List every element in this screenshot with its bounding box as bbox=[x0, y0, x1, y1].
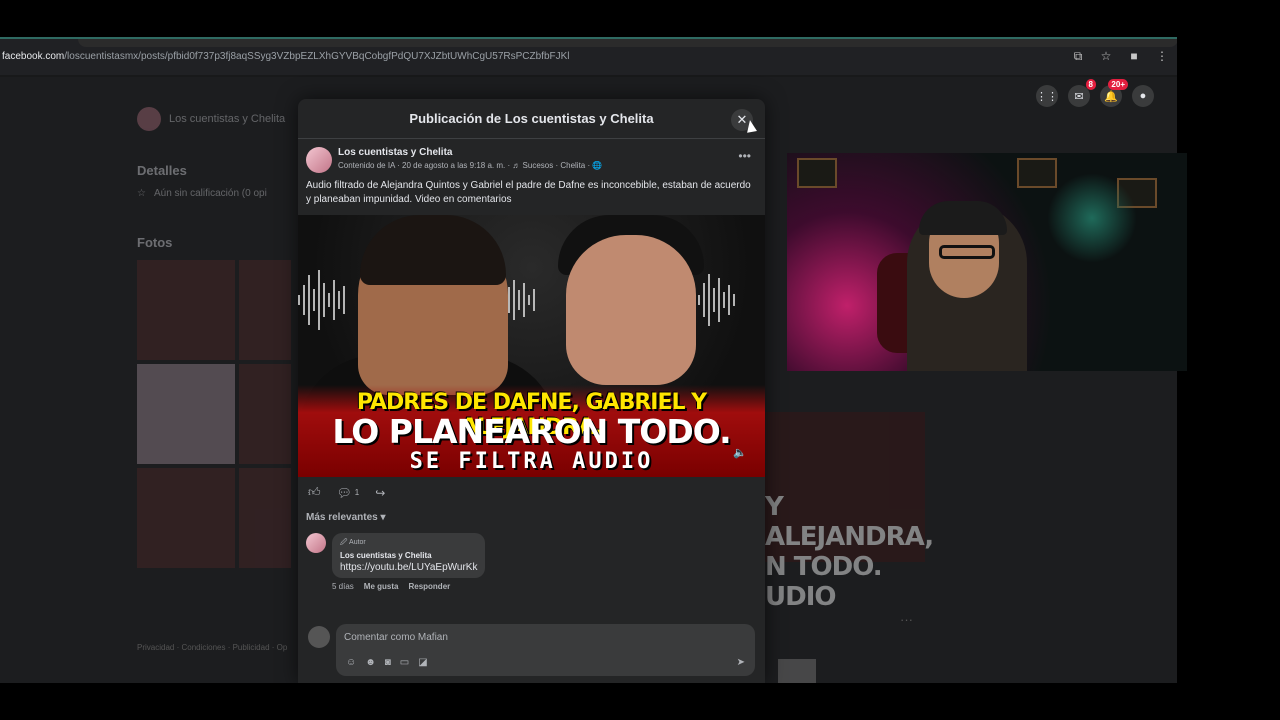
more-options-icon[interactable]: ··· bbox=[900, 612, 913, 627]
rating-row: ☆ Aún sin calificación (0 opi bbox=[137, 188, 302, 199]
post-more-options-icon[interactable]: ••• bbox=[738, 149, 751, 163]
details-heading: Detalles bbox=[137, 163, 187, 178]
notifications-bell-icon[interactable]: 🔔 20+ bbox=[1100, 79, 1128, 107]
comment-like-button[interactable]: Me gusta bbox=[364, 582, 399, 591]
wall-frame bbox=[797, 158, 837, 188]
comment-time[interactable]: 5 días bbox=[332, 582, 354, 591]
streamer-bandana bbox=[919, 201, 1007, 235]
post-header: Los cuentistas y Chelita Contenido de IA… bbox=[298, 139, 765, 173]
comment-actions: 5 días Me gusta Responder bbox=[298, 578, 765, 591]
streamer-glasses bbox=[939, 245, 995, 259]
background-page-name: Los cuentistas y Chelita bbox=[169, 113, 286, 125]
sort-dropdown[interactable]: Más relevantes ▾ bbox=[298, 500, 765, 523]
send-icon[interactable]: ➤ bbox=[737, 657, 745, 668]
comment-input-placeholder: Comentar como Mafian bbox=[344, 632, 448, 643]
comment-composer: Comentar como Mafian ☺ ☻ ◙ ▭ ◪ ➤ bbox=[298, 621, 765, 683]
messenger-badge: 8 bbox=[1085, 79, 1096, 90]
background-left-column: Los cuentistas y Chelita Detalles ☆ Aún … bbox=[137, 107, 302, 568]
emoji-icon[interactable]: ☻ bbox=[365, 657, 376, 668]
comment-button[interactable]: 💬︎ 1 bbox=[337, 486, 360, 500]
photo-thumb[interactable] bbox=[239, 260, 291, 360]
background-page-header: Los cuentistas y Chelita bbox=[137, 107, 302, 131]
gif-icon[interactable]: ▭ bbox=[400, 657, 409, 668]
tab-strip bbox=[78, 39, 1177, 47]
comment-link[interactable]: https://youtu.be/LUYaEpWurKk bbox=[340, 562, 477, 573]
post-author[interactable]: Los cuentistas y Chelita bbox=[338, 147, 602, 158]
man-hair bbox=[360, 215, 506, 285]
modal-title: Publicación de Los cuentistas y Chelita bbox=[409, 111, 654, 126]
address-bar[interactable]: facebook.com/loscuentistasmx/posts/pfbid… bbox=[0, 37, 1177, 75]
composer-avatar[interactable] bbox=[308, 626, 330, 648]
author-avatar[interactable] bbox=[306, 147, 332, 173]
share-icon[interactable]: ↪ bbox=[375, 486, 385, 500]
author-role-badge: 🖉 Autor bbox=[340, 539, 366, 546]
comment-icon: 💬︎ bbox=[336, 485, 352, 500]
post-actions: 👍︎ 💬︎ 1 ↪ bbox=[298, 477, 765, 500]
sticker-icon[interactable]: ◪ bbox=[418, 657, 427, 668]
photo-thumb[interactable] bbox=[137, 260, 235, 360]
photo-thumb[interactable] bbox=[137, 364, 235, 464]
commenter-name[interactable]: Los cuentistas y Chelita bbox=[340, 551, 477, 560]
composer-tools: ☺ ☻ ◙ ▭ ◪ bbox=[346, 657, 428, 668]
mute-icon[interactable]: 🔈 bbox=[733, 446, 747, 459]
video-thumbnail[interactable]: PADRES DE DAFNE, GABRIEL Y ALEJANDRA, LO… bbox=[298, 215, 765, 477]
background-right-thumbnail: Y ALEJANDRA, N TODO. UDIO bbox=[765, 412, 934, 612]
commenter-avatar[interactable] bbox=[306, 533, 326, 553]
photo-thumb[interactable] bbox=[137, 468, 235, 568]
rating-text: Aún sin calificación (0 opi bbox=[153, 188, 267, 199]
comment-reply-button[interactable]: Responder bbox=[408, 582, 450, 591]
thumbnail-headline-2: LO PLANEARON TODO. bbox=[332, 412, 731, 451]
post-text: Audio filtrado de Alejandra Quintos y Ga… bbox=[306, 180, 751, 205]
post-modal: Publicación de Los cuentistas y Chelita … bbox=[298, 99, 765, 683]
mouse-cursor-icon bbox=[745, 119, 757, 133]
background-footer-links: Privacidad · Condiciones · Publicidad · … bbox=[137, 643, 288, 652]
bookmark-star-icon[interactable]: ☆ bbox=[1099, 49, 1113, 63]
comment-item: 🖉 Autor Los cuentistas y Chelita https:/… bbox=[298, 523, 765, 578]
messenger-icon[interactable]: ✉ 8 bbox=[1068, 79, 1096, 107]
camera-icon[interactable]: ◙ bbox=[385, 657, 391, 668]
url-text[interactable]: facebook.com/loscuentistasmx/posts/pfbid… bbox=[2, 51, 570, 62]
modal-header: Publicación de Los cuentistas y Chelita … bbox=[298, 99, 765, 139]
background-right-thumb-text: Y ALEJANDRA, N TODO. UDIO bbox=[765, 492, 934, 612]
background-page-avatar bbox=[137, 107, 161, 131]
comment-input[interactable]: Comentar como Mafian ☺ ☻ ◙ ▭ ◪ ➤ bbox=[336, 624, 755, 676]
install-icon[interactable]: ⧉ bbox=[1071, 49, 1085, 63]
notifications-badge: 20+ bbox=[1108, 79, 1128, 90]
url-path: /loscuentistasmx/posts/pfbid0f737p3fj8aq… bbox=[64, 51, 570, 62]
photos-heading: Fotos bbox=[137, 235, 173, 250]
like-icon[interactable]: 👍︎ bbox=[308, 485, 321, 500]
photo-thumb[interactable] bbox=[239, 364, 291, 464]
background-bottom-image bbox=[778, 659, 816, 683]
browser-menu-icon[interactable]: ⋮ bbox=[1155, 49, 1169, 63]
streamer-webcam-overlay bbox=[787, 153, 1187, 371]
green-light bbox=[1047, 173, 1137, 263]
apps-grid-icon[interactable]: ⋮⋮ bbox=[1036, 85, 1058, 107]
photos-grid bbox=[137, 260, 302, 568]
post-meta: Contenido de IA · 20 de agosto a las 9:1… bbox=[338, 161, 603, 170]
fb-header-icons: ⋮⋮ ✉ 8 🔔 20+ ● bbox=[1036, 79, 1154, 107]
comment-count: 1 bbox=[354, 488, 360, 497]
star-icon: ☆ bbox=[137, 188, 146, 199]
audio-waveform bbox=[298, 265, 345, 335]
avatar-sticker-icon[interactable]: ☺ bbox=[346, 657, 356, 668]
woman-face bbox=[566, 235, 696, 385]
thumbnail-headline-3: SE FILTRA AUDIO bbox=[409, 449, 654, 474]
profile-avatar[interactable]: ● bbox=[1132, 85, 1154, 107]
address-bar-icons: ⧉ ☆ ■ ⋮ bbox=[1071, 49, 1169, 64]
comment-bubble: 🖉 Autor Los cuentistas y Chelita https:/… bbox=[332, 533, 486, 578]
extension-icon[interactable]: ■ bbox=[1127, 49, 1141, 63]
url-host: facebook.com bbox=[2, 51, 65, 62]
photo-thumb[interactable] bbox=[239, 468, 291, 568]
audio-waveform bbox=[698, 265, 735, 335]
